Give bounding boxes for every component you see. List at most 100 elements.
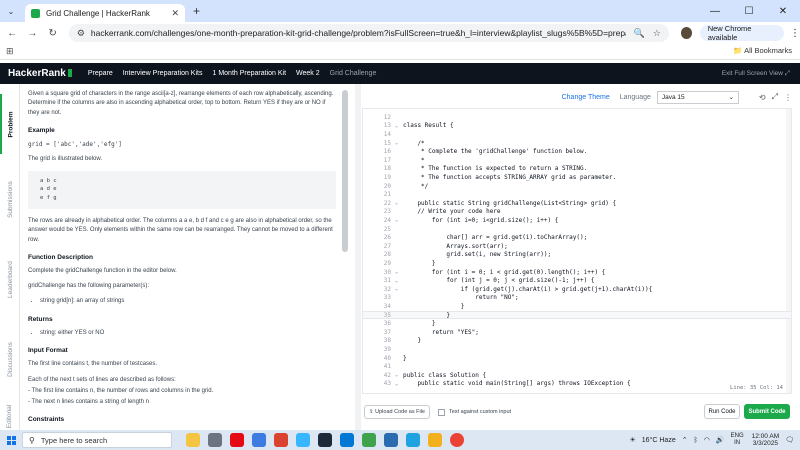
fold-chevron-icon[interactable]: ⌄: [395, 217, 403, 223]
custom-input-checkbox[interactable]: [438, 409, 445, 416]
edge-icon[interactable]: [406, 433, 420, 447]
task-view-icon[interactable]: [208, 433, 222, 447]
vscode-icon[interactable]: [340, 433, 354, 447]
code-line[interactable]: 29 }: [363, 259, 791, 268]
tab-editorial[interactable]: Editorial: [0, 402, 20, 430]
browser-tab-active[interactable]: Grid Challenge | HackerRank ✕: [25, 4, 185, 22]
fold-chevron-icon[interactable]: ⌄: [395, 286, 403, 292]
code-line[interactable]: 36 }: [363, 319, 791, 328]
custom-input-label[interactable]: Test against custom input: [449, 409, 511, 415]
hackerrank-logo[interactable]: HackerRank: [8, 68, 72, 79]
code-line[interactable]: 12: [363, 113, 791, 122]
chrome-icon[interactable]: [450, 433, 464, 447]
run-code-button[interactable]: Run Code: [704, 404, 740, 419]
code-line[interactable]: 25: [363, 225, 791, 234]
code-line[interactable]: 37 return "YES";: [363, 328, 791, 337]
code-line[interactable]: 18 * The function is expected to return …: [363, 165, 791, 174]
crumb-week-2[interactable]: Week 2: [296, 70, 320, 77]
tab-search-icon[interactable]: ⌄: [3, 3, 19, 19]
minimize-icon[interactable]: —: [698, 0, 732, 22]
code-line[interactable]: 35 }: [363, 310, 791, 320]
app-icon[interactable]: [384, 433, 398, 447]
app-icon[interactable]: [296, 433, 310, 447]
fold-chevron-icon[interactable]: ⌄: [395, 200, 403, 206]
volume-icon[interactable]: 🔊: [716, 436, 725, 444]
weather-text[interactable]: 16°C Haze: [642, 437, 676, 444]
problem-scrollbar[interactable]: [342, 90, 348, 252]
code-line[interactable]: 19 * The function accepts STRING_ARRAY g…: [363, 173, 791, 182]
widgets-icon[interactable]: [186, 433, 200, 447]
change-theme-link[interactable]: Change Theme: [562, 94, 610, 101]
code-line[interactable]: 31 ⌄ for (int j = 0; j < grid.size()-1; j…: [363, 276, 791, 285]
upload-code-button[interactable]: ⇪ Upload Code as File: [364, 405, 430, 419]
taskbar-search-input[interactable]: ⚲ Type here to search: [22, 432, 172, 448]
chrome-menu-icon[interactable]: ⋮: [790, 28, 800, 39]
code-line[interactable]: 41: [363, 362, 791, 371]
code-line[interactable]: 33 return "NO";: [363, 294, 791, 303]
new-tab-button[interactable]: +: [193, 4, 200, 18]
close-tab-icon[interactable]: ✕: [171, 8, 179, 19]
fold-chevron-icon[interactable]: ⌄: [395, 123, 403, 129]
input-language-indicator[interactable]: ENG IN: [731, 433, 744, 446]
tab-leaderboard[interactable]: Leaderboard: [0, 244, 20, 314]
app-icon[interactable]: [318, 433, 332, 447]
code-line[interactable]: 32 ⌄ if (grid.get(j).charAt(i) > grid.get…: [363, 285, 791, 294]
fold-chevron-icon[interactable]: ⌄: [395, 140, 403, 146]
forward-arrow-icon[interactable]: →: [24, 24, 40, 42]
wifi-icon[interactable]: ◠: [704, 436, 710, 444]
taskbar-clock[interactable]: 12:00 AM 3/3/2025: [752, 433, 779, 447]
history-icon[interactable]: ⟲: [759, 93, 766, 102]
maximize-icon[interactable]: ☐: [732, 0, 766, 22]
app-icon[interactable]: [252, 433, 266, 447]
tab-submissions[interactable]: Submissions: [0, 164, 20, 234]
reload-icon[interactable]: ↻: [45, 24, 61, 42]
fullscreen-icon[interactable]: ⤢: [772, 92, 778, 102]
code-line[interactable]: 21: [363, 190, 791, 199]
code-line[interactable]: 30 ⌄ for (int i = 0; i < grid.get(0).leng…: [363, 268, 791, 277]
profile-avatar[interactable]: [680, 27, 692, 39]
netflix-icon[interactable]: [230, 433, 244, 447]
code-line[interactable]: 39: [363, 345, 791, 354]
notifications-icon[interactable]: 🗨: [785, 436, 794, 444]
exit-full-screen-link[interactable]: Exit Full Screen View ⤢: [722, 70, 790, 78]
start-button[interactable]: [0, 430, 22, 450]
code-line[interactable]: 20 */: [363, 182, 791, 191]
code-line[interactable]: 16 * Complete the 'gridChallenge' functi…: [363, 147, 791, 156]
fold-chevron-icon[interactable]: ⌄: [395, 278, 403, 284]
code-line[interactable]: 28 grid.set(i, new String(arr));: [363, 251, 791, 260]
fold-chevron-icon[interactable]: ⌄: [395, 381, 403, 387]
tab-discussions[interactable]: Discussions: [0, 324, 20, 394]
tab-problem[interactable]: Problem: [0, 94, 20, 154]
fold-chevron-icon[interactable]: ⌄: [395, 269, 403, 275]
site-info-icon[interactable]: ⚙: [77, 28, 85, 39]
bookmark-star-icon[interactable]: ☆: [653, 28, 661, 39]
code-line[interactable]: 34 }: [363, 302, 791, 311]
code-line[interactable]: 17 *: [363, 156, 791, 165]
code-line[interactable]: 14: [363, 130, 791, 139]
new-chrome-available-button[interactable]: New Chrome available: [699, 24, 784, 42]
fold-chevron-icon[interactable]: ⌄: [395, 372, 403, 378]
code-line[interactable]: 26 char[] arr = grid.get(i).toCharArray(…: [363, 233, 791, 242]
crumb-interview-kits[interactable]: Interview Preparation Kits: [123, 70, 203, 77]
code-line[interactable]: 40}: [363, 354, 791, 363]
all-bookmarks-button[interactable]: 📁 All Bookmarks: [733, 46, 792, 55]
more-options-icon[interactable]: ⋮: [784, 93, 792, 102]
crumb-prepare[interactable]: Prepare: [88, 70, 113, 77]
zoom-icon[interactable]: 🔍: [634, 28, 645, 39]
code-line[interactable]: 42 ⌄ public class Solution {: [363, 371, 791, 380]
address-bar[interactable]: ⚙ hackerrank.com/challenges/one-month-pr…: [68, 24, 669, 42]
panel-resize-handle[interactable]: [355, 84, 361, 430]
tray-overflow-icon[interactable]: ⌃: [682, 436, 688, 444]
weather-icon[interactable]: ☀: [630, 436, 636, 444]
language-select[interactable]: Java 15 ⌄: [656, 90, 739, 104]
crumb-1-month-kit[interactable]: 1 Month Preparation Kit: [212, 70, 286, 77]
app-icon[interactable]: [274, 433, 288, 447]
code-line[interactable]: 22 ⌄ public static String gridChallenge(L…: [363, 199, 791, 208]
code-line[interactable]: 43 ⌄ public static void main(String[] arg…: [363, 380, 791, 389]
code-line[interactable]: 13 ⌄ class Result {: [363, 122, 791, 131]
code-line[interactable]: 23 // Write your code here: [363, 208, 791, 217]
file-explorer-icon[interactable]: [428, 433, 442, 447]
close-window-icon[interactable]: ✕: [766, 0, 800, 22]
bluetooth-icon[interactable]: ᛒ: [694, 437, 698, 444]
back-arrow-icon[interactable]: ←: [4, 24, 20, 42]
